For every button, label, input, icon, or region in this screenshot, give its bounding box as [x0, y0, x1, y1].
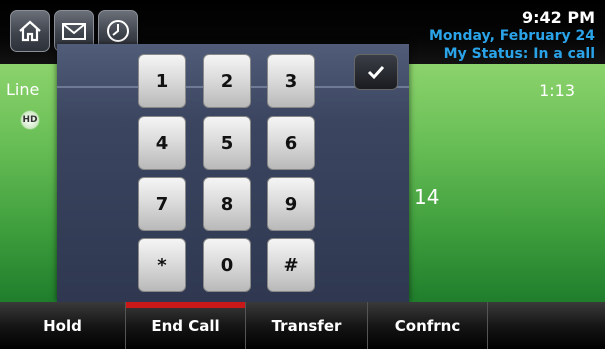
- dialpad-key-8[interactable]: 8: [203, 177, 251, 231]
- softkey-transfer[interactable]: Transfer: [246, 302, 368, 349]
- dialpad-key-2[interactable]: 2: [203, 54, 251, 108]
- softkey-end-call[interactable]: End Call: [126, 302, 246, 349]
- home-button[interactable]: [10, 10, 50, 52]
- softkey-hold[interactable]: Hold: [0, 302, 126, 349]
- my-status-text: My Status: In a call: [443, 46, 595, 62]
- checkmark-icon: [367, 65, 385, 80]
- dialpad-overlay: 1 2 3 4 5 6 7 8 9 * 0 #: [57, 44, 409, 302]
- dialpad-key-9[interactable]: 9: [267, 177, 315, 231]
- dialpad-key-3[interactable]: 3: [267, 54, 315, 108]
- dialpad-key-star[interactable]: *: [138, 238, 186, 292]
- dialpad-close-button[interactable]: [354, 54, 398, 90]
- dialpad-key-1[interactable]: 1: [138, 54, 186, 108]
- line-label: Line: [6, 80, 40, 99]
- softkey-bar: Hold End Call Transfer Confrnc: [0, 302, 605, 349]
- dialpad-key-7[interactable]: 7: [138, 177, 186, 231]
- dialpad-key-hash[interactable]: #: [267, 238, 315, 292]
- dialpad-key-5[interactable]: 5: [203, 116, 251, 170]
- home-icon: [19, 20, 41, 42]
- dialpad-key-6[interactable]: 6: [267, 116, 315, 170]
- dialpad-key-4[interactable]: 4: [138, 116, 186, 170]
- clock-icon: [107, 20, 129, 42]
- clock-time: 9:42 PM: [521, 8, 595, 27]
- softkey-conference[interactable]: Confrnc: [368, 302, 488, 349]
- envelope-icon: [62, 23, 86, 40]
- call-duration: 1:13: [539, 81, 575, 100]
- phone-screen: 9:42 PM Monday, February 24 My Status: I…: [0, 0, 605, 349]
- hd-voice-icon: HD: [20, 110, 40, 130]
- softkey-empty: [488, 302, 605, 349]
- dialpad-key-0[interactable]: 0: [203, 238, 251, 292]
- clock-date: Monday, February 24: [428, 28, 595, 44]
- call-number-partial: 14: [414, 185, 440, 209]
